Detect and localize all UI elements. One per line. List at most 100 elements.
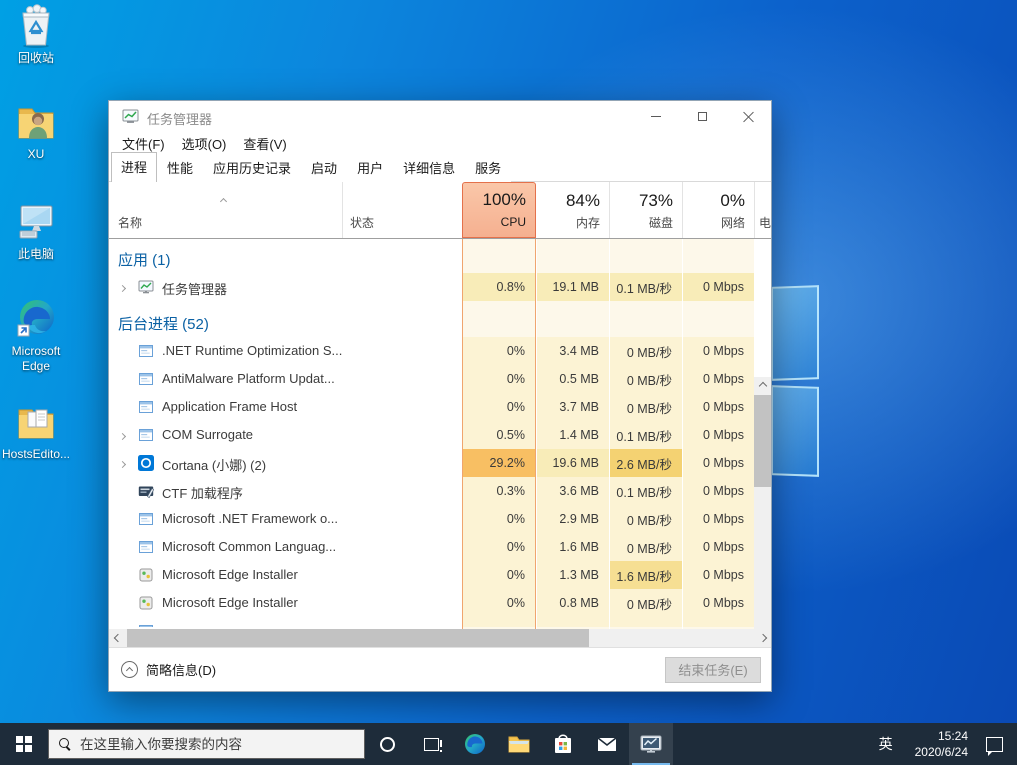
process-row[interactable] <box>109 617 754 627</box>
desktop-icon-thispc[interactable]: 此电脑 <box>0 200 72 262</box>
fewer-details-icon[interactable] <box>121 661 138 678</box>
cortana-process-icon <box>138 455 154 471</box>
scroll-right-icon[interactable] <box>754 629 771 646</box>
win-process-icon <box>138 511 154 527</box>
tab-服务[interactable]: 服务 <box>465 153 511 182</box>
cpu-cell: 0.3% <box>463 477 535 505</box>
menu-item[interactable]: 查看(V) <box>243 134 286 153</box>
menu-item[interactable]: 选项(O) <box>182 134 227 153</box>
memory-cell <box>537 617 609 627</box>
edge-icon <box>14 297 58 341</box>
taskbar-microsoft-store-icon[interactable] <box>541 723 585 765</box>
taskbar-mail-icon[interactable] <box>585 723 629 765</box>
process-row[interactable]: Application Frame Host0%3.7 MB0 MB/秒0 Mb… <box>109 393 754 421</box>
process-row[interactable]: .NET Runtime Optimization S...0%3.4 MB0 … <box>109 337 754 365</box>
horizontal-scroll-thumb[interactable] <box>127 629 589 647</box>
network-cell: 0 Mbps <box>683 589 754 617</box>
window-title: 任务管理器 <box>147 109 212 128</box>
process-row[interactable]: Cortana (小娜) (2)29.2%19.6 MB2.6 MB/秒0 Mb… <box>109 449 754 477</box>
maximize-icon <box>698 112 707 121</box>
disk-cell: 0 MB/秒 <box>610 337 682 365</box>
tab-详细信息[interactable]: 详细信息 <box>393 153 465 182</box>
process-row[interactable]: Microsoft Edge Installer0%0.8 MB0 MB/秒0 … <box>109 589 754 617</box>
disk-cell: 0.1 MB/秒 <box>610 421 682 449</box>
menu-item[interactable]: 文件(F) <box>122 134 165 153</box>
expand-chevron-icon[interactable] <box>120 426 125 444</box>
taskbar-task-view-icon[interactable] <box>409 723 453 765</box>
disk-cell <box>610 309 682 337</box>
tab-strip: 进程性能应用历史记录启动用户详细信息服务 <box>109 156 771 182</box>
column-name[interactable]: 名称 <box>118 214 142 231</box>
column-disk[interactable]: 73% 磁盘 <box>610 182 682 238</box>
column-network[interactable]: 0% 网络 <box>683 182 754 238</box>
cpu-cell: 0% <box>463 561 535 589</box>
desktop-icon-userfolder[interactable]: XU <box>0 100 72 162</box>
process-row[interactable]: Microsoft Edge Installer0%1.3 MB1.6 MB/秒… <box>109 561 754 589</box>
taskbar-cortana-icon[interactable] <box>365 723 409 765</box>
win-process-icon <box>138 343 154 359</box>
minimize-button[interactable] <box>633 101 679 131</box>
memory-cell: 3.4 MB <box>537 337 609 365</box>
expand-chevron-icon[interactable] <box>120 454 125 472</box>
column-cpu[interactable]: 100% CPU <box>462 182 536 238</box>
taskbar-file-explorer-icon[interactable] <box>497 723 541 765</box>
vertical-scrollbar[interactable] <box>754 377 771 629</box>
scroll-left-icon[interactable] <box>109 629 126 646</box>
column-power-partial[interactable]: 电 <box>759 214 771 231</box>
tab-启动[interactable]: 启动 <box>301 153 347 182</box>
taskbar-task-manager-icon[interactable] <box>629 723 673 765</box>
close-button[interactable] <box>725 101 771 131</box>
maximize-button[interactable] <box>679 101 725 131</box>
desktop-icon-label: Microsoft Edge <box>0 344 72 374</box>
group-row[interactable]: 后台进程 (52) <box>109 309 754 337</box>
expand-chevron-icon[interactable] <box>120 278 125 296</box>
network-cell <box>683 309 754 337</box>
tab-性能[interactable]: 性能 <box>157 153 203 182</box>
column-status[interactable]: 状态 <box>350 214 374 231</box>
windows-logo-icon <box>16 736 32 752</box>
disk-cell: 0 MB/秒 <box>610 365 682 393</box>
minimize-icon <box>651 116 661 117</box>
process-row[interactable]: Microsoft .NET Framework o...0%2.9 MB0 M… <box>109 505 754 533</box>
network-cell <box>683 617 754 627</box>
process-row[interactable]: Microsoft Common Languag...0%1.6 MB0 MB/… <box>109 533 754 561</box>
group-row[interactable]: 应用 (1) <box>109 245 754 273</box>
desktop-icon-hosts[interactable]: HostsEdito... <box>0 400 72 462</box>
process-row[interactable]: CTF 加载程序0.3%3.6 MB0.1 MB/秒0 Mbps <box>109 477 754 505</box>
tab-用户[interactable]: 用户 <box>347 153 393 182</box>
win-process-icon <box>138 623 154 627</box>
search-input[interactable] <box>80 737 354 752</box>
process-row[interactable]: COM Surrogate0.5%1.4 MB0.1 MB/秒0 Mbps <box>109 421 754 449</box>
scroll-up-icon[interactable] <box>754 377 771 394</box>
cpu-cell <box>463 309 535 337</box>
process-name: Application Frame Host <box>162 399 297 414</box>
name-cell: Microsoft Edge Installer <box>109 589 462 617</box>
process-name: CTF 加载程序 <box>162 483 243 502</box>
ime-indicator[interactable]: 英 <box>867 734 905 754</box>
horizontal-scrollbar[interactable] <box>109 629 771 647</box>
fewer-details-label[interactable]: 简略信息(D) <box>146 660 216 679</box>
taskbar-edge-icon[interactable] <box>453 723 497 765</box>
taskbar-search-box[interactable] <box>48 729 365 759</box>
process-row[interactable]: 任务管理器0.8%19.1 MB0.1 MB/秒0 Mbps <box>109 273 754 301</box>
start-button[interactable] <box>0 723 48 765</box>
process-name: Microsoft .NET Framework o... <box>162 511 338 526</box>
tab-进程[interactable]: 进程 <box>111 152 157 182</box>
process-name: Cortana (小娜) (2) <box>162 455 266 474</box>
network-cell: 0 Mbps <box>683 393 754 421</box>
end-task-button[interactable]: 结束任务(E) <box>665 657 761 683</box>
title-bar[interactable]: 任务管理器 <box>109 101 771 131</box>
task-manager-app-icon <box>122 108 139 125</box>
process-row[interactable]: AntiMalware Platform Updat...0%0.5 MB0 M… <box>109 365 754 393</box>
desktop-icon-edge[interactable]: Microsoft Edge <box>0 297 72 374</box>
tab-应用历史记录[interactable]: 应用历史记录 <box>203 153 301 182</box>
this-pc-icon <box>14 200 58 244</box>
column-memory[interactable]: 84% 内存 <box>537 182 609 238</box>
edgeinst-process-icon <box>138 567 154 583</box>
desktop-icon-recycle[interactable]: 回收站 <box>0 4 72 66</box>
group-label: 应用 (1) <box>118 249 171 270</box>
vertical-scroll-thumb[interactable] <box>754 395 771 487</box>
network-cell: 0 Mbps <box>683 365 754 393</box>
action-center-icon[interactable] <box>986 737 1003 752</box>
taskbar-clock[interactable]: 15:24 2020/6/24 <box>905 728 978 760</box>
